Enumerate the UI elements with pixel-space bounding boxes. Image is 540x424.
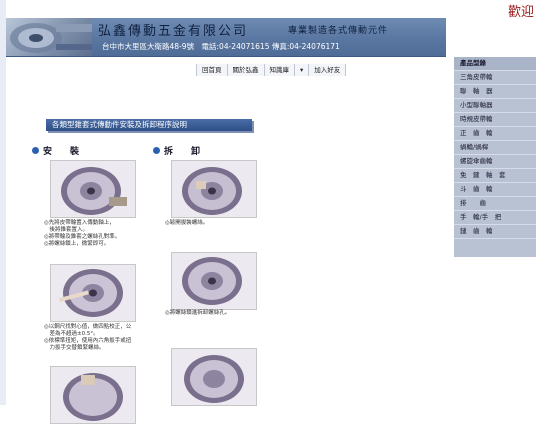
install-step2-photo xyxy=(50,264,136,322)
sidebar-item-spur-gear[interactable]: 正 齒 輪 xyxy=(454,127,536,141)
sidebar-item-coupling[interactable]: 聯 軸 器 xyxy=(454,85,536,99)
company-address: 台中市大里區大衛路48-9號 電話:04-24071615 傳真:04-2407… xyxy=(102,42,340,51)
install-step3-photo xyxy=(50,366,136,424)
install-step1-photo xyxy=(50,160,136,218)
install-step1-caption: ◎先將皮帶輪置入傳動軸上， 後將錐套置入。 ◎將帶輪及錐套之螺絲孔對準。 ◎將螺… xyxy=(44,220,121,247)
chevron-down-icon[interactable]: ▾ xyxy=(294,64,309,76)
remove-heading: 拆 卸 xyxy=(153,144,200,157)
install-heading-label: 安 裝 xyxy=(43,147,80,157)
sidebar-item-small-coupling[interactable]: 小型聯軸器 xyxy=(454,99,536,113)
remove-step2-photo xyxy=(171,252,257,310)
remove-heading-label: 拆 卸 xyxy=(164,147,201,157)
product-sidebar: 產品型錄 三角皮帶輪 聯 軸 器 小型聯軸器 時規皮帶輪 正 齒 輪 蝸輪/蝸桿… xyxy=(454,57,536,257)
pulley-logo-image xyxy=(6,18,92,56)
sidebar-item-bevel-gear[interactable]: 螺旋傘齒輪 xyxy=(454,155,536,169)
top-nav: 回首頁 關於弘鑫 知識庫 ▾ 加入好友 xyxy=(196,64,347,76)
bullet-icon xyxy=(153,147,160,154)
install-step2-caption: ◎以鋼尺找對心值，做四點校正，公 差為不超過±0.5°。 ◎依標準扭矩，使用內六… xyxy=(44,324,132,351)
sidebar-item-worm-gear[interactable]: 蝸輪/蝸桿 xyxy=(454,141,536,155)
company-name: 弘鑫傳動五金有限公司 xyxy=(98,24,249,39)
nav-knowledge[interactable]: 知識庫 xyxy=(263,64,294,76)
sidebar-item-rack[interactable]: 排 齒 xyxy=(454,197,536,211)
remove-step1-photo xyxy=(171,160,257,218)
bullet-icon xyxy=(32,147,39,154)
remove-step1-caption: ◎鬆開拔裝螺絲。 xyxy=(165,220,209,226)
remove-step3-photo xyxy=(171,348,257,406)
sidebar-item-vbelt-pulley[interactable]: 三角皮帶輪 xyxy=(454,71,536,85)
sidebar-item-sprocket[interactable]: 鏈 齒 輪 xyxy=(454,225,536,239)
welcome-text: 歡迎 xyxy=(508,5,535,20)
nav-home[interactable]: 回首頁 xyxy=(196,64,227,76)
company-slogan: 專業製造各式傳動元件 xyxy=(288,26,389,36)
site-header: 弘鑫傳動五金有限公司 專業製造各式傳動元件 台中市大里區大衛路48-9號 電話:… xyxy=(6,18,446,57)
sidebar-item-timing-pulley[interactable]: 時規皮帶輪 xyxy=(454,113,536,127)
page-title: 各類型錐套式傳動件安裝及拆卸程序說明 xyxy=(46,119,252,131)
sidebar-item-keyless-bushing[interactable]: 免 鍵 軸 套 xyxy=(454,169,536,183)
install-heading: 安 裝 xyxy=(32,144,79,157)
nav-add-friend[interactable]: 加入好友 xyxy=(308,64,347,76)
remove-step2-caption: ◎將螺絲鎖進拆卸螺絲孔。 xyxy=(165,310,231,316)
sidebar-header-catalog: 產品型錄 xyxy=(454,57,536,71)
sidebar-item-bucket-gear[interactable]: 斗 齒 輪 xyxy=(454,183,536,197)
left-frame-edge xyxy=(0,0,6,405)
sidebar-item-handwheel[interactable]: 手 輪/手 把 xyxy=(454,211,536,225)
nav-about[interactable]: 關於弘鑫 xyxy=(226,64,264,76)
